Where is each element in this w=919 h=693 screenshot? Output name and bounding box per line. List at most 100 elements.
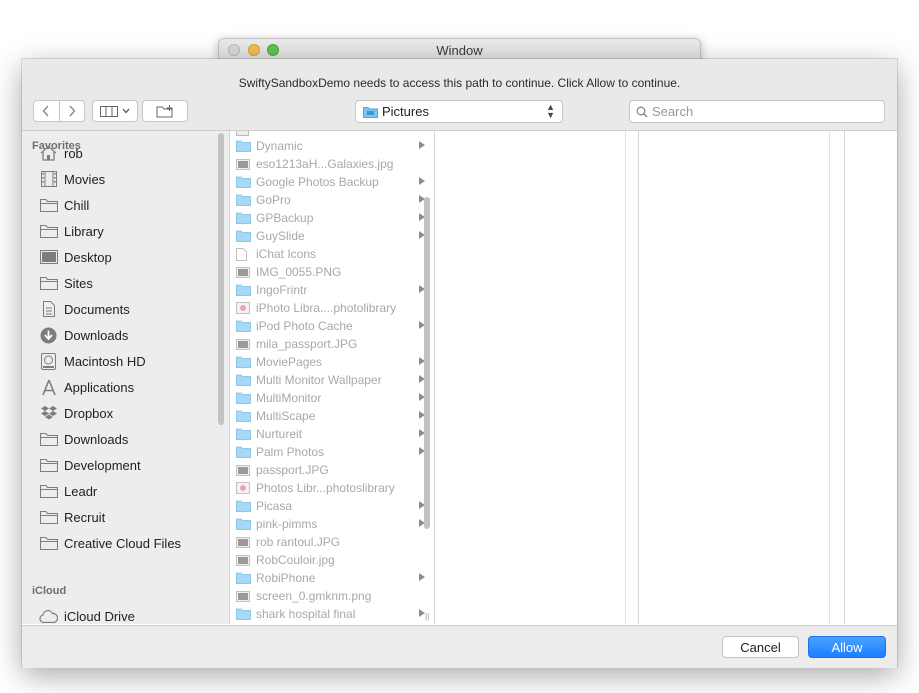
file-row[interactable]: screen_0.gmknm.png xyxy=(236,587,421,605)
search-input[interactable] xyxy=(652,103,872,120)
sidebar-item-macintosh-hd[interactable]: Macintosh HD xyxy=(39,350,224,372)
image-file-icon xyxy=(236,590,251,603)
file-row[interactable]: IMG_0055.PNG xyxy=(236,263,421,281)
popup-arrows-icon: ▲ ▼ xyxy=(546,102,555,120)
sidebar-item-label: Recruit xyxy=(64,509,106,525)
folder-row[interactable]: GoPro xyxy=(236,191,425,209)
sidebar-item-leadr[interactable]: Leadr xyxy=(39,480,224,502)
folder-icon xyxy=(236,230,251,243)
folder-row[interactable]: Dynamic xyxy=(236,137,425,155)
sidebar-scrollbar[interactable] xyxy=(218,133,224,425)
folder-row[interactable]: MoviePages xyxy=(236,353,425,371)
location-popup[interactable]: Pictures ▲ ▼ xyxy=(355,100,563,123)
chevron-left-icon xyxy=(42,105,49,117)
chevron-right-icon xyxy=(69,105,76,117)
folder-icon xyxy=(363,107,378,118)
file-name: Picasa xyxy=(256,499,293,513)
folder-icon xyxy=(39,483,58,499)
hard-drive-icon xyxy=(39,352,58,370)
folder-icon xyxy=(39,509,58,525)
folder-icon xyxy=(236,140,251,153)
home-icon xyxy=(39,145,58,161)
file-column-scrollbar[interactable] xyxy=(424,197,430,529)
folder-row[interactable]: pink-pimms xyxy=(236,515,425,533)
sidebar-item-label: Sites xyxy=(64,275,93,291)
sidebar-item-label: Dropbox xyxy=(64,405,114,421)
file-row[interactable]: eso1213aH...Galaxies.jpg xyxy=(236,155,421,173)
sidebar-item-chill[interactable]: Chill xyxy=(39,194,224,216)
folder-row[interactable]: IngoFrintr xyxy=(236,281,425,299)
folder-row[interactable]: Picasa xyxy=(236,497,425,515)
file-name: iPhoto Libra....photolibrary xyxy=(256,301,397,315)
file-name: passport.JPG xyxy=(256,463,329,477)
forward-button[interactable] xyxy=(58,101,85,121)
folder-row[interactable]: MultiMonitor xyxy=(236,389,425,407)
folder-icon xyxy=(236,608,251,621)
sidebar-item-sites[interactable]: Sites xyxy=(39,272,224,294)
file-name: iChat Icons xyxy=(256,247,317,261)
file-row[interactable]: iChat Icons xyxy=(236,245,421,263)
sidebar-item-development[interactable]: Development xyxy=(39,454,224,476)
file-name: RobiPhone xyxy=(256,571,316,585)
file-row[interactable]: passport.JPG xyxy=(236,461,421,479)
film-icon xyxy=(39,171,58,187)
file-name: Nurtureit xyxy=(256,427,303,441)
file-row[interactable]: Photos Libr...photoslibrary xyxy=(236,479,421,497)
sidebar-item-applications[interactable]: Applications xyxy=(39,376,224,398)
back-button[interactable] xyxy=(34,101,59,121)
image-file-icon xyxy=(236,266,251,279)
folder-icon xyxy=(236,518,251,531)
sidebar-item-label: Documents xyxy=(64,301,130,317)
search-field[interactable] xyxy=(629,100,885,123)
applications-icon xyxy=(39,379,58,395)
file-row[interactable]: iPhoto Libra....photolibrary xyxy=(236,299,421,317)
allow-button[interactable]: Allow xyxy=(808,636,886,658)
new-folder-button[interactable] xyxy=(142,100,188,122)
file-name: IngoFrintr xyxy=(256,283,308,297)
folder-row[interactable]: MultiScape xyxy=(236,407,425,425)
folder-row[interactable]: iPod Photo Cache xyxy=(236,317,425,335)
folder-icon xyxy=(236,320,251,333)
sidebar-item-label: Development xyxy=(64,457,141,473)
sidebar-item-creative-cloud-files[interactable]: Creative Cloud Files xyxy=(39,532,224,554)
file-row[interactable]: RobCouloir.jpg xyxy=(236,551,421,569)
folder-row[interactable]: GuySlide xyxy=(236,227,425,245)
sidebar-item-documents[interactable]: Documents xyxy=(39,298,224,320)
window-title: Window xyxy=(436,43,483,58)
document-icon xyxy=(39,301,58,317)
column-resize-handle[interactable]: || xyxy=(425,612,429,621)
sidebar-item-library[interactable]: Library xyxy=(39,220,224,242)
sidebar-item-movies[interactable]: Movies xyxy=(39,168,224,190)
file-name: Dynamic xyxy=(256,139,303,153)
download-icon xyxy=(39,327,58,343)
sidebar-item-label: Applications xyxy=(64,379,135,395)
file-row[interactable]: rob rantoul.JPG xyxy=(236,533,421,551)
folder-row[interactable]: RobiPhone xyxy=(236,569,425,587)
dropbox-icon xyxy=(39,405,58,421)
file-name: eso1213aH...Galaxies.jpg xyxy=(256,157,394,171)
cancel-button[interactable]: Cancel xyxy=(722,636,799,658)
sidebar-item-icloud-drive[interactable]: iCloud Drive xyxy=(39,605,224,624)
sidebar: Favorites iCloud rob Movies Chill Library De… xyxy=(22,131,230,624)
folder-row[interactable]: Multi Monitor Wallpaper xyxy=(236,371,425,389)
sidebar-item-downloads[interactable]: Downloads xyxy=(39,428,224,450)
sidebar-item-rob[interactable]: rob xyxy=(39,142,224,164)
search-icon xyxy=(636,106,648,118)
sidebar-item-label: Desktop xyxy=(64,249,112,265)
sidebar-item-recruit[interactable]: Recruit xyxy=(39,506,224,528)
file-row[interactable]: mila_passport.JPG xyxy=(236,335,421,353)
folder-row[interactable]: Nurtureit xyxy=(236,425,425,443)
sidebar-item-dropbox[interactable]: Dropbox xyxy=(39,402,224,424)
folder-row[interactable]: Google Photos Backup xyxy=(236,173,425,191)
sidebar-item-label: Chill xyxy=(64,197,90,213)
folder-row[interactable]: GPBackup xyxy=(236,209,425,227)
folder-row[interactable]: shark hospital final xyxy=(236,605,425,623)
sidebar-item-desktop[interactable]: Desktop xyxy=(39,246,224,268)
view-options-button[interactable] xyxy=(92,100,138,122)
column-view-icon xyxy=(100,105,118,117)
folder-row[interactable]: Palm Photos xyxy=(236,443,425,461)
cloud-icon xyxy=(39,608,58,624)
sidebar-item-downloads[interactable]: Downloads xyxy=(39,324,224,346)
folder-icon xyxy=(236,176,251,189)
sidebar-item-label: Downloads xyxy=(64,327,129,343)
